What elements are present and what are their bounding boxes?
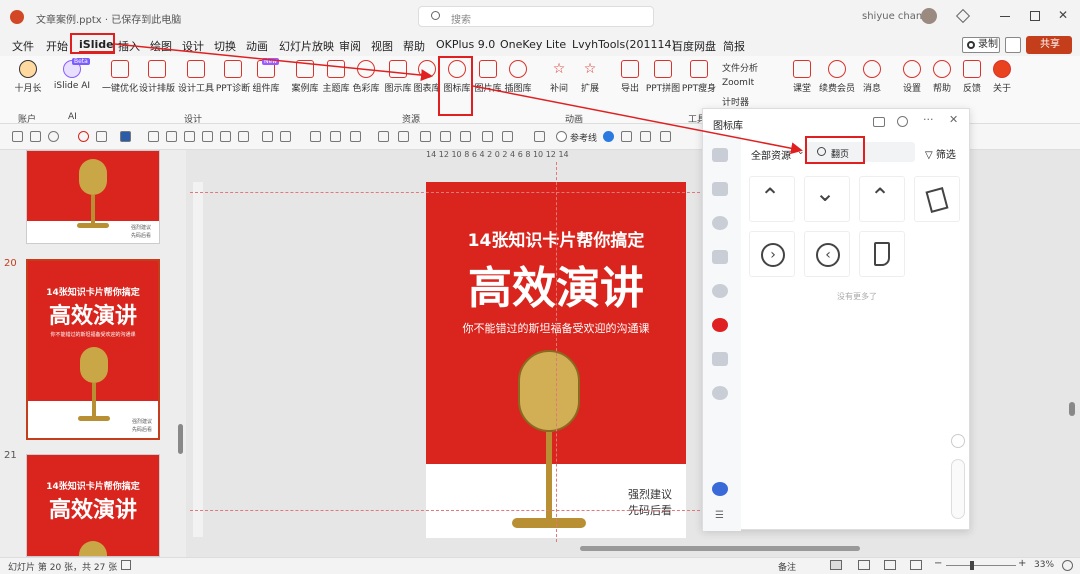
reading-view-icon[interactable]: [884, 560, 896, 570]
sorter-view-icon[interactable]: [858, 560, 870, 570]
slide-info: 幻灯片 第 20 张，共 27 张: [8, 563, 118, 573]
zoom-out-icon[interactable]: −: [934, 558, 942, 569]
zoom-in-icon[interactable]: +: [1018, 558, 1026, 569]
arrow-to-icon-library: [114, 43, 433, 82]
accessibility-icon[interactable]: [121, 560, 131, 570]
normal-view-icon[interactable]: [830, 560, 842, 570]
fit-slide-icon[interactable]: [1062, 560, 1073, 571]
arrow-to-search: [472, 85, 803, 155]
zoom-level[interactable]: 33%: [1034, 560, 1054, 570]
annotation-arrows: [114, 43, 803, 155]
notes-button[interactable]: 备注: [778, 560, 796, 573]
zoom-slider[interactable]: [946, 565, 1016, 566]
zoom-slider-thumb[interactable]: [970, 561, 974, 570]
slideshow-view-icon[interactable]: [910, 560, 922, 570]
